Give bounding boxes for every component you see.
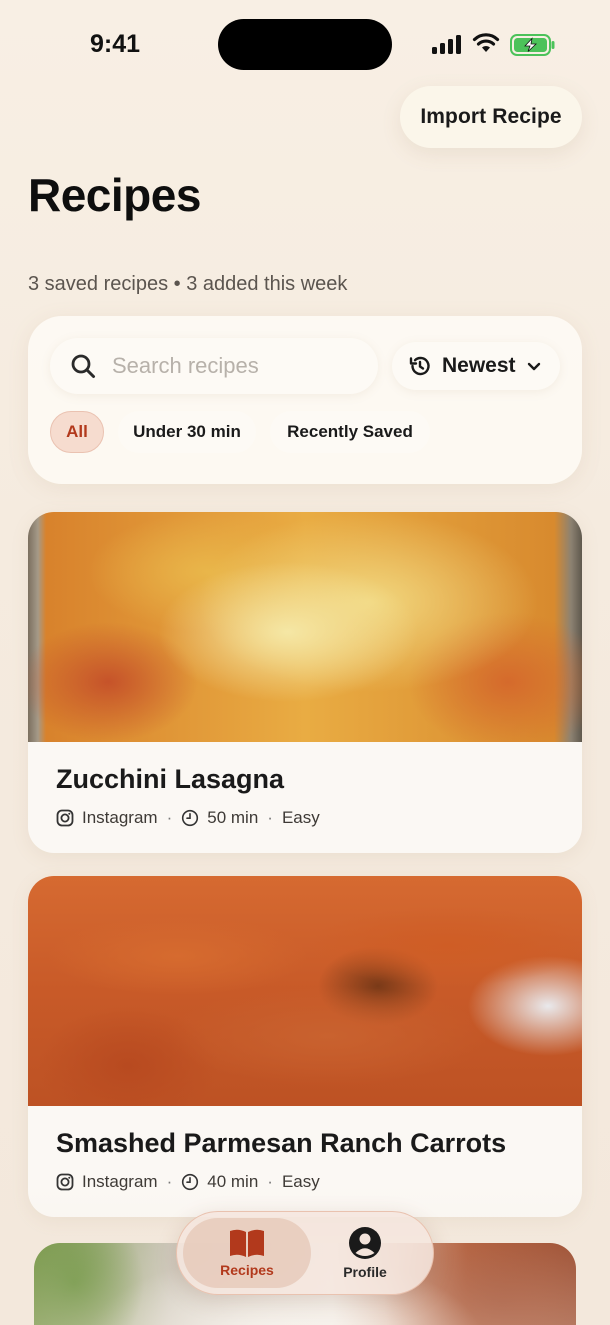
- wifi-icon: [472, 33, 500, 52]
- meta-separator: ·: [166, 1172, 173, 1191]
- recipe-card[interactable]: Smashed Parmesan Ranch Carrots Instagram…: [28, 876, 582, 1217]
- page-title: Recipes: [28, 169, 201, 221]
- recipe-meta: Instagram · 40 min · Easy: [56, 1172, 320, 1192]
- cellular-signal-icon: [432, 34, 461, 54]
- search-input[interactable]: [112, 346, 362, 386]
- filter-panel: Newest All Under 30 min Recently Saved: [28, 316, 582, 484]
- dynamic-island: [218, 19, 392, 70]
- instagram-icon: [56, 1173, 74, 1191]
- chevron-down-icon: [527, 362, 540, 371]
- book-icon: [230, 1229, 264, 1257]
- recipe-title: Zucchini Lasagna: [56, 764, 285, 794]
- search-box[interactable]: [50, 338, 378, 394]
- recipe-time: 50 min: [207, 808, 259, 827]
- clock-icon: [182, 809, 199, 827]
- tab-label: Profile: [343, 1264, 387, 1280]
- tab-bar: Recipes Profile: [176, 1211, 434, 1295]
- sort-dropdown[interactable]: Newest: [392, 342, 560, 390]
- tab-label: Recipes: [220, 1262, 274, 1278]
- filter-chip-all[interactable]: All: [50, 411, 104, 453]
- status-bar: 9:41: [0, 0, 610, 90]
- meta-separator: ·: [267, 1172, 273, 1191]
- recipe-source: Instagram: [82, 1172, 158, 1191]
- import-recipe-button[interactable]: Import Recipe: [400, 86, 582, 148]
- recipe-time: 40 min: [207, 1172, 259, 1191]
- filter-chip-recently-saved[interactable]: Recently Saved: [270, 411, 430, 453]
- meta-separator: ·: [267, 808, 273, 827]
- person-icon: [349, 1227, 381, 1259]
- recipes-summary: 3 saved recipes • 3 added this week: [28, 273, 348, 295]
- recipe-difficulty: Easy: [281, 808, 320, 827]
- battery-charging-icon: [510, 34, 555, 56]
- history-icon: [409, 356, 430, 376]
- search-icon: [71, 354, 95, 378]
- tab-recipes[interactable]: Recipes: [183, 1218, 311, 1288]
- meta-separator: ·: [166, 808, 173, 827]
- clock-icon: [182, 1173, 199, 1191]
- recipe-source: Instagram: [82, 808, 158, 827]
- filter-chip-under-30-min[interactable]: Under 30 min: [118, 411, 256, 453]
- recipe-meta: Instagram · 50 min · Easy: [56, 808, 320, 828]
- recipe-card[interactable]: Zucchini Lasagna Instagram · 50 min · Ea…: [28, 512, 582, 853]
- recipe-image: [28, 876, 582, 1106]
- recipe-title: Smashed Parmesan Ranch Carrots: [56, 1128, 507, 1158]
- sort-label: Newest: [442, 354, 516, 377]
- recipe-difficulty: Easy: [281, 1172, 320, 1191]
- tab-profile[interactable]: Profile: [305, 1218, 425, 1288]
- instagram-icon: [56, 809, 74, 827]
- recipe-image: [28, 512, 582, 742]
- status-time: 9:41: [90, 30, 141, 58]
